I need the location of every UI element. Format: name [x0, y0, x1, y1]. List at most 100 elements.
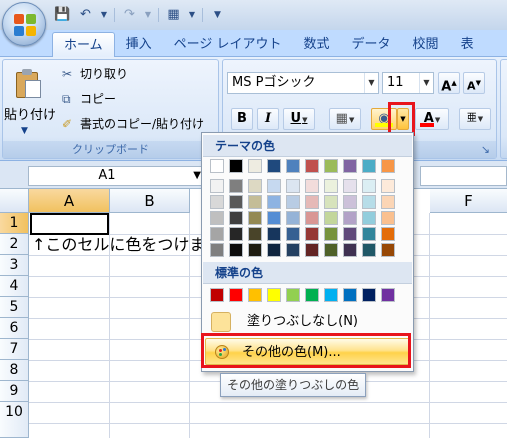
row-header[interactable]: 5: [0, 297, 29, 318]
paste-dropdown-icon[interactable]: ▼: [21, 126, 28, 136]
theme-color-swatch[interactable]: [362, 227, 376, 241]
save-icon[interactable]: 💾: [54, 7, 71, 23]
theme-color-swatch[interactable]: [286, 159, 300, 173]
paste-button[interactable]: 貼り付け: [4, 104, 56, 123]
theme-color-swatch[interactable]: [343, 195, 357, 209]
theme-color-swatch[interactable]: [286, 227, 300, 241]
theme-color-swatch[interactable]: [343, 211, 357, 225]
theme-color-swatch[interactable]: [343, 159, 357, 173]
theme-color-swatch[interactable]: [324, 159, 338, 173]
theme-color-swatch[interactable]: [229, 227, 243, 241]
theme-color-swatch[interactable]: [381, 179, 395, 193]
tab-data[interactable]: データ: [341, 32, 402, 57]
grow-font-button[interactable]: A▲: [438, 72, 460, 94]
tab-view[interactable]: 表: [450, 32, 485, 57]
tab-insert[interactable]: 挿入: [115, 32, 163, 57]
theme-color-swatch[interactable]: [210, 227, 224, 241]
theme-color-swatch[interactable]: [324, 211, 338, 225]
theme-color-swatch[interactable]: [305, 211, 319, 225]
row-header[interactable]: 8: [0, 360, 29, 381]
theme-color-swatch[interactable]: [229, 179, 243, 193]
tab-formulas[interactable]: 数式: [293, 32, 341, 57]
column-header-a[interactable]: A: [29, 189, 110, 213]
row-header[interactable]: 10: [0, 402, 29, 438]
theme-color-swatch[interactable]: [210, 243, 224, 257]
formula-input[interactable]: [420, 166, 507, 186]
standard-color-swatch[interactable]: [343, 288, 357, 302]
theme-color-swatch[interactable]: [267, 195, 281, 209]
font-name-select[interactable]: MS Pゴシック ▼: [227, 72, 379, 94]
standard-color-swatch[interactable]: [248, 288, 262, 302]
cell-a2[interactable]: ↑このセルに色をつけま: [32, 234, 205, 255]
theme-color-swatch[interactable]: [362, 159, 376, 173]
theme-color-swatch[interactable]: [362, 179, 376, 193]
theme-color-swatch[interactable]: [267, 159, 281, 173]
theme-color-swatch[interactable]: [286, 211, 300, 225]
theme-color-swatch[interactable]: [248, 211, 262, 225]
theme-color-swatch[interactable]: [324, 243, 338, 257]
theme-color-swatch[interactable]: [267, 243, 281, 257]
no-fill-item[interactable]: 塗りつぶしなし(N): [205, 308, 410, 335]
italic-button[interactable]: I: [257, 108, 279, 130]
tab-page-layout[interactable]: ページ レイアウト: [163, 32, 293, 57]
theme-color-swatch[interactable]: [267, 227, 281, 241]
theme-color-swatch[interactable]: [305, 227, 319, 241]
theme-color-swatch[interactable]: [248, 159, 262, 173]
theme-color-swatch[interactable]: [305, 243, 319, 257]
underline-button[interactable]: U▼: [283, 108, 315, 130]
theme-color-swatch[interactable]: [381, 159, 395, 173]
theme-color-swatch[interactable]: [229, 195, 243, 209]
row-header[interactable]: 1: [0, 213, 29, 234]
theme-color-swatch[interactable]: [248, 179, 262, 193]
theme-color-swatch[interactable]: [324, 195, 338, 209]
standard-color-swatch[interactable]: [267, 288, 281, 302]
standard-color-swatch[interactable]: [381, 288, 395, 302]
customize-qat-icon[interactable]: ▼: [209, 7, 226, 23]
theme-color-swatch[interactable]: [324, 179, 338, 193]
theme-color-swatch[interactable]: [248, 227, 262, 241]
theme-color-swatch[interactable]: [362, 211, 376, 225]
theme-color-swatch[interactable]: [381, 243, 395, 257]
undo-dropdown-icon[interactable]: ▼: [100, 7, 108, 23]
theme-color-swatch[interactable]: [210, 159, 224, 173]
standard-color-swatch[interactable]: [210, 288, 224, 302]
theme-color-swatch[interactable]: [362, 195, 376, 209]
theme-color-swatch[interactable]: [210, 179, 224, 193]
bold-button[interactable]: B: [231, 108, 253, 130]
theme-color-swatch[interactable]: [381, 195, 395, 209]
theme-color-swatch[interactable]: [381, 211, 395, 225]
standard-color-swatch[interactable]: [229, 288, 243, 302]
row-header[interactable]: 3: [0, 255, 29, 276]
theme-color-swatch[interactable]: [343, 227, 357, 241]
theme-color-swatch[interactable]: [343, 179, 357, 193]
print-preview-icon[interactable]: ▦: [165, 7, 182, 23]
theme-color-swatch[interactable]: [229, 243, 243, 257]
theme-color-swatch[interactable]: [210, 211, 224, 225]
select-all-corner[interactable]: [0, 189, 29, 213]
font-size-select[interactable]: 11 ▼: [382, 72, 434, 94]
row-header[interactable]: 6: [0, 318, 29, 339]
theme-color-swatch[interactable]: [248, 195, 262, 209]
shrink-font-button[interactable]: A▼: [463, 72, 485, 94]
theme-color-swatch[interactable]: [362, 243, 376, 257]
row-header[interactable]: 2: [0, 234, 29, 255]
row-header[interactable]: 7: [0, 339, 29, 360]
theme-color-swatch[interactable]: [229, 159, 243, 173]
row-header[interactable]: 9: [0, 381, 29, 402]
paste-icon[interactable]: [14, 68, 44, 100]
theme-color-swatch[interactable]: [210, 195, 224, 209]
theme-color-swatch[interactable]: [343, 243, 357, 257]
standard-color-swatch[interactable]: [324, 288, 338, 302]
phonetic-button[interactable]: 亜▼: [459, 108, 491, 130]
column-header-b[interactable]: B: [110, 189, 190, 213]
theme-color-swatch[interactable]: [248, 243, 262, 257]
print-dropdown-icon[interactable]: ▼: [188, 7, 196, 23]
theme-color-swatch[interactable]: [305, 179, 319, 193]
name-box[interactable]: A1 ▼: [28, 166, 204, 186]
theme-color-swatch[interactable]: [381, 227, 395, 241]
undo-icon[interactable]: ↶: [77, 7, 94, 23]
format-painter-button[interactable]: ✐ 書式のコピー/貼り付け: [62, 114, 204, 134]
theme-color-swatch[interactable]: [267, 211, 281, 225]
theme-color-swatch[interactable]: [286, 243, 300, 257]
theme-color-swatch[interactable]: [324, 227, 338, 241]
